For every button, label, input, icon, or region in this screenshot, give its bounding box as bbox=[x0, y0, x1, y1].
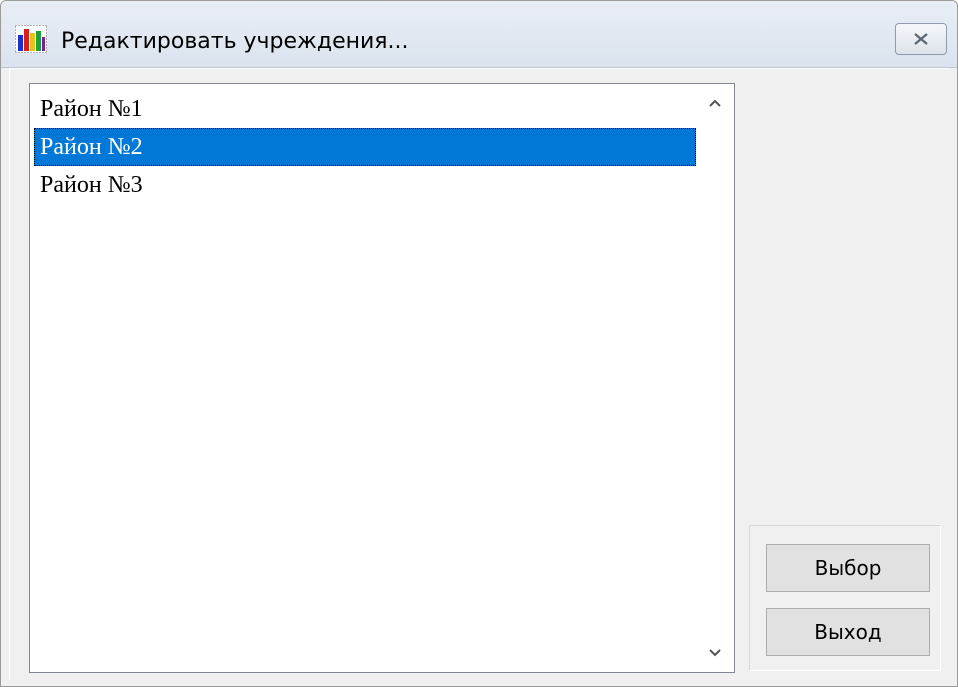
vertical-scrollbar[interactable] bbox=[696, 84, 734, 672]
dialog-window: Редактировать учреждения... Район №1 Райо… bbox=[0, 0, 958, 687]
list-item[interactable]: Район №1 bbox=[34, 90, 696, 128]
select-button[interactable]: Выбор bbox=[766, 544, 930, 592]
list-item[interactable]: Район №2 bbox=[34, 128, 696, 166]
close-button[interactable] bbox=[895, 23, 947, 55]
list-item[interactable]: Район №3 bbox=[34, 166, 696, 204]
scroll-up-button[interactable] bbox=[696, 84, 734, 122]
institutions-listbox[interactable]: Район №1 Район №2 Район №3 bbox=[29, 83, 735, 673]
window-title: Редактировать учреждения... bbox=[61, 29, 409, 54]
list-items: Район №1 Район №2 Район №3 bbox=[34, 90, 696, 204]
scroll-down-button[interactable] bbox=[696, 634, 734, 672]
exit-button[interactable]: Выход bbox=[766, 608, 930, 656]
chevron-up-icon bbox=[709, 99, 721, 107]
chevron-down-icon bbox=[709, 649, 721, 657]
close-icon bbox=[914, 33, 928, 45]
button-panel: Выбор Выход bbox=[749, 525, 941, 671]
bar-chart-app-icon bbox=[15, 25, 47, 53]
title-bar[interactable]: Редактировать учреждения... bbox=[1, 1, 957, 68]
